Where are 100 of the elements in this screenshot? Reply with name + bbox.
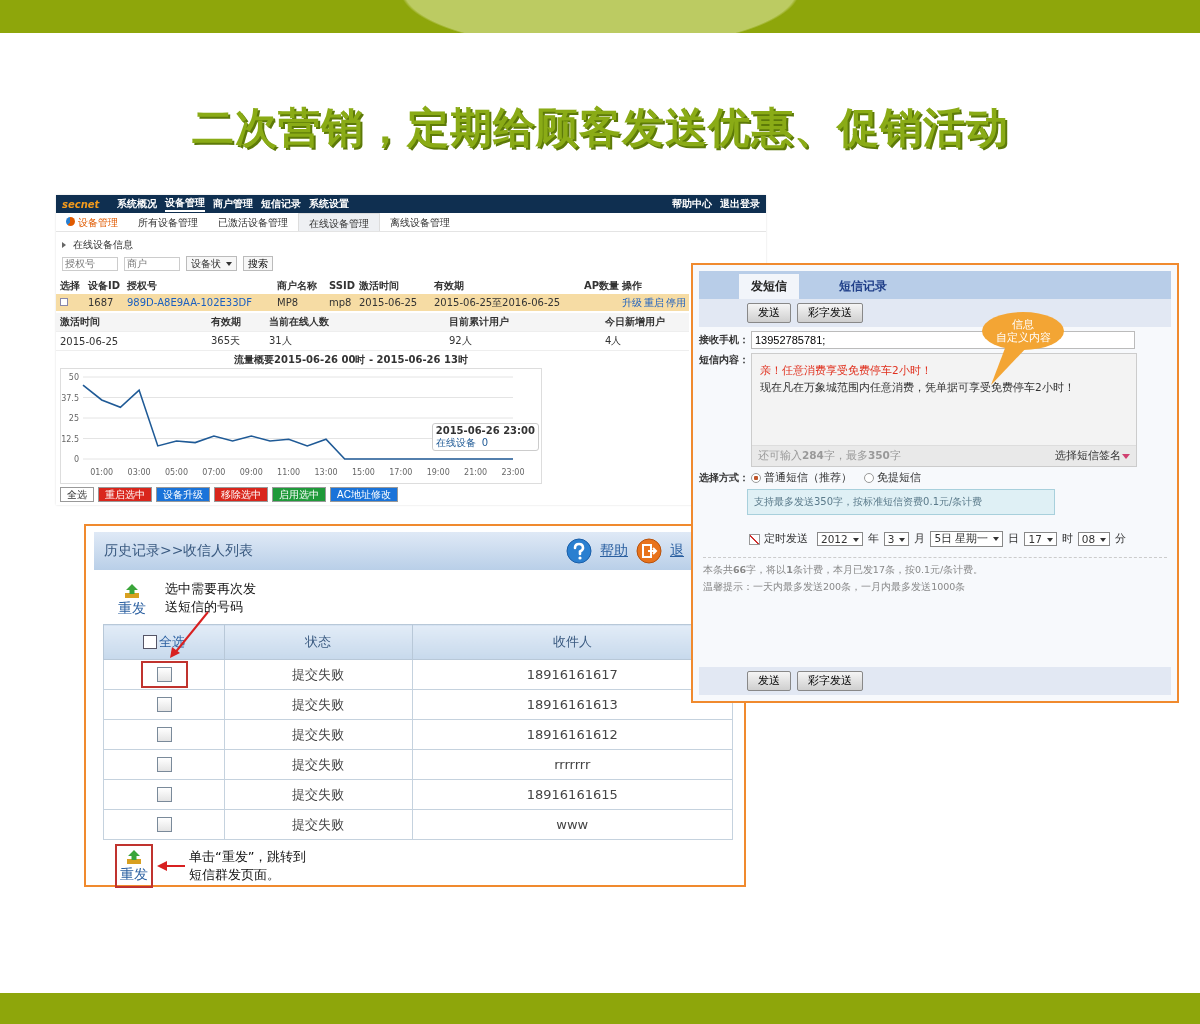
date-select[interactable]: 2012 bbox=[817, 532, 863, 547]
exit-link[interactable]: 退 bbox=[670, 542, 684, 561]
x-tick-label: 05:00 bbox=[164, 468, 188, 478]
unit-label: 年 bbox=[867, 532, 879, 547]
date-select[interactable]: 08 bbox=[1077, 532, 1111, 547]
action-link[interactable]: 升级 bbox=[622, 295, 642, 310]
x-tick-label: 01:00 bbox=[90, 468, 114, 478]
recipient-cell: rrrrrrr bbox=[412, 749, 733, 780]
status-cell: 提交失败 bbox=[224, 659, 413, 690]
breadcrumb: 历史记录>>收信人列表 bbox=[104, 542, 254, 561]
date-select[interactable]: 17 bbox=[1024, 532, 1057, 547]
filter-field[interactable]: 商户 bbox=[124, 256, 180, 271]
action-button[interactable]: 全选 bbox=[60, 487, 94, 503]
y-tick-label: 37.5 bbox=[61, 393, 79, 403]
nav-tab[interactable]: 短信记录 bbox=[261, 197, 302, 212]
y-tick-label: 12.5 bbox=[61, 434, 79, 444]
row-checkbox[interactable] bbox=[156, 667, 172, 683]
send-button[interactable]: 彩字发送 bbox=[797, 671, 863, 692]
status-select[interactable]: 设备状 bbox=[186, 256, 237, 272]
unit-label: 月 bbox=[914, 532, 926, 547]
row-checkbox[interactable] bbox=[156, 787, 172, 803]
nav-tab[interactable]: 系统概况 bbox=[117, 197, 158, 212]
message-field[interactable]: 亲！任意消费享受免费停车2小时！ 现在凡在万象城范围内任意消费，凭单据可享受免费停车2小时！ 还可输入284字，最多350字 选择短信签名 bbox=[751, 353, 1137, 468]
x-tick-label: 15:00 bbox=[351, 468, 375, 478]
page-title: 二次营销，定期给顾客发送优惠、促销活动 bbox=[191, 103, 1009, 154]
upload-tray-icon bbox=[123, 582, 141, 601]
x-tick-label: 19:00 bbox=[426, 468, 450, 478]
send-button[interactable]: 彩字发送 bbox=[797, 303, 863, 324]
column-header: 选择 bbox=[60, 278, 81, 293]
exit-icon[interactable] bbox=[636, 538, 662, 565]
row-checkbox[interactable] bbox=[156, 727, 172, 743]
action-button[interactable]: 移除选中 bbox=[214, 487, 268, 503]
sub-tab[interactable]: 离线设备管理 bbox=[380, 213, 460, 232]
signature-select[interactable]: 选择短信签名 bbox=[1055, 449, 1130, 464]
field-label: 短信内容： bbox=[699, 353, 747, 368]
status-cell: 提交失败 bbox=[224, 719, 413, 750]
nav-tab[interactable]: 设备管理 bbox=[165, 196, 206, 213]
table-cell-text: 365天 bbox=[211, 334, 242, 349]
table-cell-text: mp8 bbox=[329, 297, 353, 309]
checkbox[interactable] bbox=[60, 298, 68, 307]
row-checkbox[interactable] bbox=[156, 757, 172, 773]
annotation-arrow bbox=[157, 860, 185, 873]
date-select[interactable]: 5日 星期一 bbox=[930, 531, 1004, 548]
column-header: 激活时间 bbox=[60, 315, 101, 330]
user-link[interactable]: 帮助中心 bbox=[672, 197, 712, 212]
action-button[interactable]: 启用选中 bbox=[272, 487, 326, 503]
resend-button[interactable]: 重发 bbox=[115, 844, 153, 889]
x-tick-label: 23:00 bbox=[501, 468, 525, 478]
action-link[interactable]: 重启 bbox=[644, 295, 664, 310]
status-cell: 提交失败 bbox=[224, 749, 413, 780]
nav-tab[interactable]: 系统设置 bbox=[309, 197, 350, 212]
search-button[interactable]: 搜索 bbox=[243, 256, 273, 272]
resend-button[interactable]: 重发 bbox=[115, 580, 149, 621]
column-header: 今日新增用户 bbox=[605, 315, 666, 330]
tooltip-value: 0 bbox=[481, 437, 489, 450]
table-cell-text: 2015-06-25 bbox=[60, 335, 120, 347]
sub-tab[interactable]: 已激活设备管理 bbox=[208, 213, 298, 232]
tab[interactable]: 发短信 bbox=[739, 274, 799, 300]
row-checkbox[interactable] bbox=[156, 817, 172, 833]
chart-title: 流量概要2015-06-26 00时 - 2015-06-26 13时 bbox=[233, 353, 469, 368]
recipient-cell: 18916161612 bbox=[412, 719, 733, 750]
column-header: 状态 bbox=[224, 624, 413, 660]
tip-text: 温馨提示：一天内最多发送200条，一月内最多发送1000条 bbox=[702, 580, 967, 595]
table-cell-text: MP8 bbox=[277, 297, 300, 309]
schedule-checkbox[interactable]: 定时发送 bbox=[749, 532, 808, 547]
license-link[interactable]: 989D-A8E9AA-102E33DF bbox=[127, 297, 277, 309]
x-tick-label: 11:00 bbox=[277, 468, 301, 478]
x-tick-label: 07:00 bbox=[202, 468, 226, 478]
y-tick-label: 25 bbox=[68, 414, 79, 424]
message-line: 现在凡在万象城范围内任意消费，凭单据可享受免费停车2小时！ bbox=[760, 380, 1076, 396]
status-cell: 提交失败 bbox=[224, 689, 413, 720]
column-header: 目前累计用户 bbox=[449, 315, 510, 330]
action-button[interactable]: 设备升级 bbox=[156, 487, 210, 503]
filter-field[interactable]: 授权号 bbox=[62, 256, 118, 271]
x-tick-label: 03:00 bbox=[127, 468, 151, 478]
device-row[interactable]: 1687 989D-A8E9AA-102E33DF MP8 mp8 2015-06-25 2015-06-25至2016-06-25 升级 重启 停用 bbox=[56, 294, 689, 312]
column-header: 设备ID bbox=[88, 278, 122, 293]
annotation-text: 单击“重发”，跳转到短信群发页面。 bbox=[189, 848, 307, 885]
select-all-checkbox[interactable]: 全选 bbox=[143, 632, 185, 651]
sub-tab[interactable]: 在线设备管理 bbox=[298, 213, 380, 232]
user-link[interactable]: 退出登录 bbox=[720, 197, 760, 212]
help-link[interactable]: 帮助 bbox=[600, 542, 628, 561]
sub-tab[interactable]: 所有设备管理 bbox=[128, 213, 208, 232]
row-checkbox[interactable] bbox=[156, 697, 172, 713]
device-manage-tab[interactable]: 设备管理 bbox=[56, 213, 128, 232]
radio-option[interactable]: 免提短信 bbox=[864, 471, 921, 486]
tooltip-time: 2015-06-26 23:00 bbox=[435, 425, 535, 438]
tab[interactable]: 短信记录 bbox=[827, 274, 899, 300]
action-link[interactable]: 停用 bbox=[666, 295, 686, 310]
pie-icon bbox=[66, 217, 75, 227]
radio-option[interactable]: 普通短信（推荐） bbox=[751, 471, 852, 486]
date-select[interactable]: 3 bbox=[883, 532, 910, 547]
action-button[interactable]: AC地址修改 bbox=[330, 487, 398, 503]
summary-text: 本条共66字，将以1条计费，本月已发17条，按0.1元/条计费。 bbox=[702, 563, 985, 578]
nav-tab[interactable]: 商户管理 bbox=[213, 197, 254, 212]
send-button[interactable]: 发送 bbox=[747, 671, 791, 692]
send-button[interactable]: 发送 bbox=[747, 303, 791, 324]
help-icon[interactable] bbox=[566, 538, 592, 565]
column-header: SSID bbox=[329, 280, 356, 292]
action-button[interactable]: 重启选中 bbox=[98, 487, 152, 503]
